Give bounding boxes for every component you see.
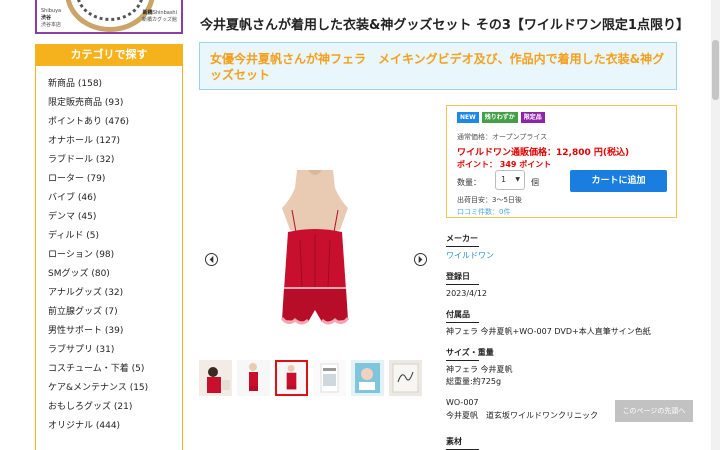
- add-to-cart-button[interactable]: カートに追加: [570, 170, 667, 192]
- spec-material: 素材: [446, 436, 686, 450]
- category-item[interactable]: ローション (98): [36, 246, 182, 265]
- category-item[interactable]: SMグッズ (80): [36, 265, 182, 284]
- product-title: 今井夏帆さんが着用した衣装&神グッズセット その3【ワイルドワン限定1点限り】: [200, 18, 689, 33]
- thumbnail-strip: [199, 360, 422, 396]
- maker-link[interactable]: ワイルドワン: [446, 250, 686, 262]
- quantity-label: 数量：: [457, 178, 481, 187]
- spec-maker: メーカー ワイルドワン: [446, 233, 686, 262]
- few-left-badge: 残りわずか: [481, 112, 518, 123]
- category-item[interactable]: コスチューム・下着 (5): [36, 360, 182, 379]
- normal-price: 通常価格：オープンプライス: [457, 133, 548, 141]
- category-item[interactable]: バイブ (46): [36, 189, 182, 208]
- category-item[interactable]: 限定販売商品 (93): [36, 94, 182, 113]
- thumbnail[interactable]: [351, 360, 384, 396]
- category-item[interactable]: 前立腺グッズ (7): [36, 303, 182, 322]
- back-to-top-button[interactable]: このページの先頭へ: [615, 400, 693, 422]
- category-item[interactable]: ラブドール (32): [36, 151, 182, 170]
- limited-badge: 限定品: [520, 112, 545, 123]
- category-item[interactable]: おもしろグッズ (21): [36, 398, 182, 417]
- category-item[interactable]: アナルグッズ (32): [36, 284, 182, 303]
- category-item[interactable]: オナホール (127): [36, 132, 182, 151]
- thumbnail[interactable]: [199, 360, 232, 396]
- product-main-image[interactable]: [240, 170, 390, 335]
- review-count-link[interactable]: 口コミ件数：0件: [457, 207, 510, 217]
- thumbnail-active[interactable]: [275, 360, 308, 396]
- category-list: 新商品 (158) 限定販売商品 (93) ポイントあり (476) オナホール…: [36, 66, 182, 436]
- category-sidebar: カテゴリで探す 新商品 (158) 限定販売商品 (93) ポイントあり (47…: [35, 44, 183, 450]
- category-item[interactable]: 男性サポート (39): [36, 322, 182, 341]
- chevron-down-icon: ▼: [515, 176, 520, 183]
- sale-price: ワイルドワン通販価格：12,800 円(税込): [457, 148, 630, 158]
- badge-row: NEW 残りわずか 限定品: [457, 112, 545, 123]
- logo-shop-left: Shibuya 渋谷 渋谷本店: [41, 8, 62, 28]
- spec-accessories: 付属品 神フェラ 今井夏帆+WO-007 DVD+本人直筆サイン色紙: [446, 310, 651, 336]
- category-item[interactable]: ローター (79): [36, 170, 182, 189]
- category-item[interactable]: ラブサプリ (31): [36, 341, 182, 360]
- shipping-estimate: 出荷目安：3〜5日後: [457, 196, 522, 204]
- spec-date: 登録日 2023/4/12: [446, 272, 488, 298]
- category-header: カテゴリで探す: [36, 44, 182, 66]
- category-item[interactable]: 新商品 (158): [36, 75, 182, 94]
- quantity-unit: 個: [531, 178, 539, 187]
- category-item[interactable]: オリジナル (444): [36, 417, 182, 436]
- logo-shop-right: 新橋Shinbashi 新橋カグッズ館: [141, 10, 177, 23]
- prev-image-arrow[interactable]: [205, 253, 218, 266]
- category-item[interactable]: デンマ (45): [36, 208, 182, 227]
- category-item[interactable]: ポイントあり (476): [36, 113, 182, 132]
- site-logo[interactable]: Shibuya 渋谷 渋谷本店 新橋Shinbashi 新橋カグッズ館: [35, 0, 183, 34]
- thumbnail[interactable]: [237, 360, 270, 396]
- category-item[interactable]: ケア&メンテナンス (15): [36, 379, 182, 398]
- scrollbar-thumb[interactable]: [712, 40, 719, 100]
- quantity-select[interactable]: 1 ▼: [495, 170, 525, 190]
- category-item[interactable]: ディルド (5): [36, 227, 182, 246]
- purchase-box: NEW 残りわずか 限定品 通常価格：オープンプライス ワイルドワン通販価格：1…: [446, 105, 677, 218]
- points-value: ポイント： 349 ポイント: [457, 160, 552, 169]
- thumbnail[interactable]: [389, 360, 422, 396]
- scrollbar[interactable]: [711, 0, 720, 450]
- product-subtitle-box: 女優今井夏帆さんが神フェラ メイキングビデオ及び、作品内で着用した衣装&神グッズ…: [199, 42, 677, 90]
- next-image-arrow[interactable]: [414, 253, 427, 266]
- spec-size-weight: サイズ・重量 神フェラ 今井夏帆 総重量:約725g: [446, 348, 513, 386]
- thumbnail[interactable]: [313, 360, 346, 396]
- product-subtitle: 女優今井夏帆さんが神フェラ メイキングビデオ及び、作品内で着用した衣装&神グッズ…: [210, 52, 665, 82]
- new-badge: NEW: [457, 112, 479, 123]
